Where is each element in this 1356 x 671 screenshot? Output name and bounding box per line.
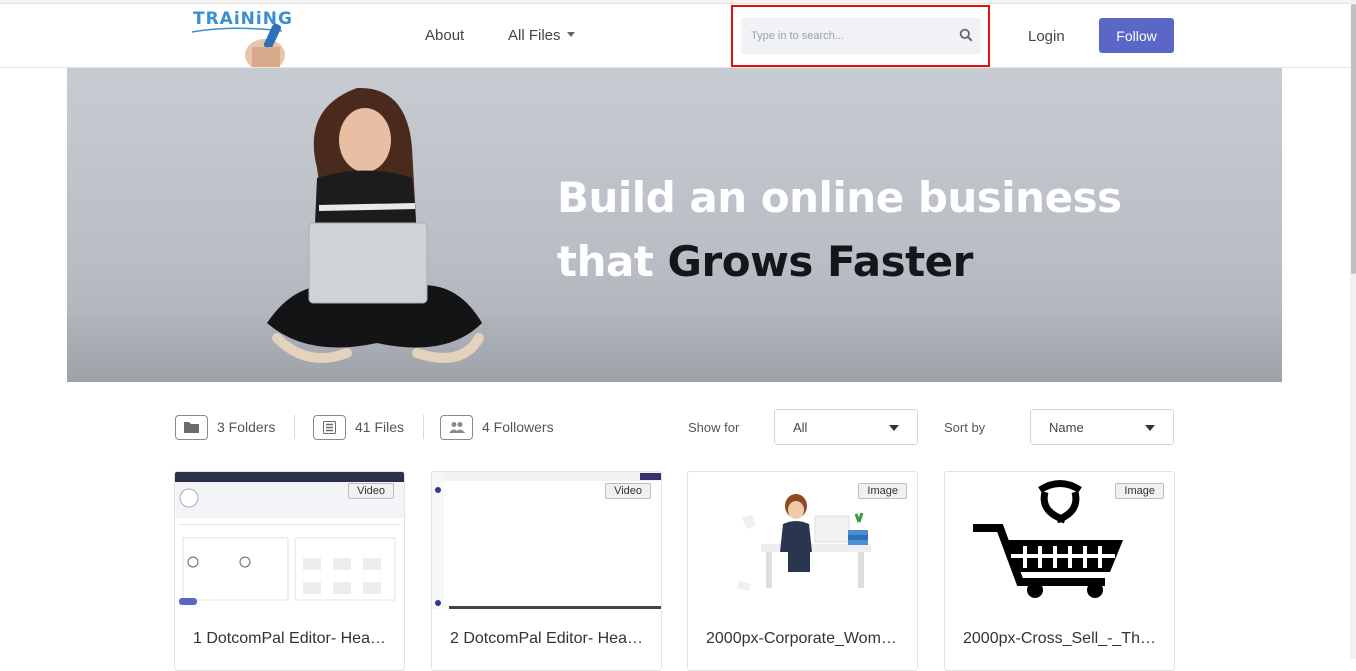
- users-icon: [440, 414, 473, 440]
- page-scrollbar-thumb[interactable]: [1351, 4, 1356, 274]
- sort-by-value: Name: [1049, 420, 1084, 435]
- login-link[interactable]: Login: [1028, 28, 1065, 45]
- files-count: 41 Files: [355, 419, 405, 435]
- file-type-badge: Video: [605, 483, 651, 499]
- search-highlight-box: [731, 5, 990, 67]
- file-title: 2 DotcomPal Editor- Hea…: [450, 630, 643, 647]
- hero-headline-line2-light: that: [557, 237, 668, 286]
- show-for-label: Show for: [688, 420, 740, 435]
- file-title: 2000px-Cross_Sell_-_Th…: [963, 630, 1156, 647]
- hero-headline-line2: that Grows Faster: [557, 230, 1122, 294]
- sort-by-label: Sort by: [944, 420, 986, 435]
- stats-divider: [294, 415, 295, 439]
- show-for-value: All: [793, 420, 808, 435]
- chevron-down-icon: [889, 425, 899, 431]
- hero-headline-line1: Build an online business: [557, 173, 1122, 222]
- file-title: 2000px-Corporate_Wom…: [706, 630, 897, 647]
- folders-stat[interactable]: 3 Folders: [175, 414, 275, 440]
- nav-all-files-label: All Files: [508, 27, 561, 44]
- file-card[interactable]: Video 1 DotcomPal Editor- Hea…: [174, 471, 405, 671]
- file-card[interactable]: Image 2000px-Corporate_Wom…: [687, 471, 918, 671]
- file-type-badge: Image: [1115, 483, 1164, 499]
- sort-by-select[interactable]: Name: [1030, 409, 1174, 445]
- chevron-down-icon: [566, 31, 575, 37]
- folders-count: 3 Folders: [217, 419, 276, 435]
- file-list-icon: [313, 414, 346, 440]
- site-header: TRAiNiNG About All Files Login Follow: [0, 4, 1350, 68]
- hero-headline-highlight: Grows Faster: [667, 237, 974, 286]
- nav-all-files-dropdown[interactable]: All Files: [508, 27, 575, 44]
- follow-button[interactable]: Follow: [1099, 18, 1174, 53]
- file-type-badge: Video: [348, 483, 394, 499]
- nav-about-link[interactable]: About: [425, 27, 464, 44]
- chevron-down-icon: [1145, 425, 1155, 431]
- hero-banner: Build an online business that Grows Fast…: [67, 68, 1282, 382]
- followers-stat[interactable]: 4 Followers: [440, 414, 554, 440]
- files-stat[interactable]: 41 Files: [313, 414, 404, 440]
- folder-icon: [175, 414, 208, 440]
- file-card[interactable]: Image 2000px-Cross_Sell_-_Th…: [944, 471, 1175, 671]
- stats-divider: [423, 415, 424, 439]
- logo-hand-marker-icon: [191, 23, 285, 67]
- show-for-select[interactable]: All: [774, 409, 918, 445]
- woman-with-laptop-illustration: [267, 87, 484, 363]
- file-title: 1 DotcomPal Editor- Hea…: [193, 630, 386, 647]
- hero-headline: Build an online business that Grows Fast…: [557, 166, 1122, 294]
- training-logo[interactable]: TRAiNiNG: [190, 7, 300, 67]
- file-type-badge: Image: [858, 483, 907, 499]
- file-card[interactable]: Video 2 DotcomPal Editor- Hea…: [431, 471, 662, 671]
- followers-count: 4 Followers: [482, 419, 554, 435]
